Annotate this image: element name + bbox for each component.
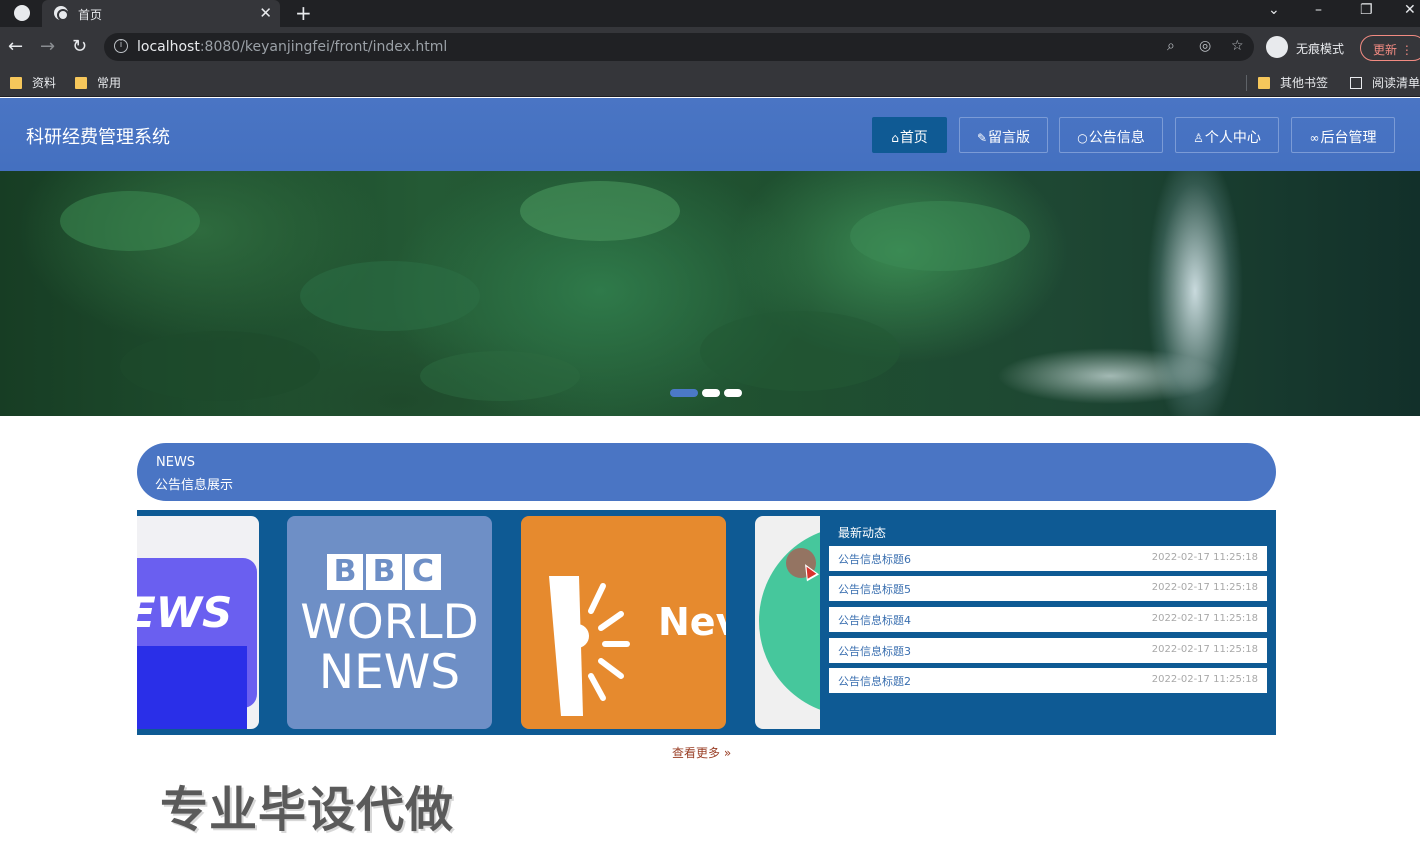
bookmark-star-icon[interactable]: ☆ <box>1231 38 1244 54</box>
reload-icon[interactable]: ↻ <box>72 36 87 57</box>
carousel-dot[interactable] <box>724 389 742 397</box>
banner-carousel[interactable] <box>0 171 1420 416</box>
reading-list-icon <box>1350 77 1362 89</box>
watermark-text: 专业毕设代做 <box>160 782 455 838</box>
latest-title: 最新动态 <box>838 526 887 540</box>
latest-news-item[interactable]: 公告信息标题6 2022-02-17 11:25:18 <box>829 546 1267 571</box>
latest-news-item[interactable]: 公告信息标题3 2022-02-17 11:25:18 <box>829 638 1267 663</box>
nav-announcements[interactable]: ○公告信息 <box>1059 117 1163 153</box>
carousel-dot[interactable] <box>702 389 720 397</box>
browser-menu-icon[interactable] <box>14 5 30 21</box>
latest-news-panel: 最新动态 公告信息标题6 2022-02-17 11:25:18 公告信息标题5… <box>820 510 1276 735</box>
tab-search-icon[interactable]: ⌄ <box>1268 2 1280 18</box>
browser-tab-bar: 首页 ✕ + ⌄ – ❐ ✕ <box>0 0 1420 27</box>
close-window-button[interactable]: ✕ <box>1404 2 1416 18</box>
restore-button[interactable]: ❐ <box>1360 2 1373 18</box>
latest-news-item[interactable]: 公告信息标题2 2022-02-17 11:25:18 <box>829 668 1267 693</box>
bookmarks-bar: 资料 常用 其他书签 阅读清单 <box>0 67 1420 97</box>
user-icon: ♙ <box>1193 131 1204 145</box>
chat-icon: ○ <box>1077 131 1088 145</box>
news-heading-en: NEWS <box>156 455 196 470</box>
news-card[interactable]: Nev <box>521 516 726 729</box>
view-more-link[interactable]: 查看更多 » <box>672 744 731 761</box>
carousel-dot[interactable] <box>670 389 698 397</box>
url-text[interactable]: localhost:8080/keyanjingfei/front/index.… <box>137 39 447 55</box>
nav-personal-center[interactable]: ♙个人中心 <box>1175 117 1279 153</box>
bookmark-folder[interactable]: 资料 <box>10 74 56 91</box>
back-icon[interactable]: ← <box>8 36 23 57</box>
news-card[interactable]: BBC WORLD NEWS <box>287 516 492 729</box>
bbc-logo: BBC <box>327 554 444 590</box>
folder-icon <box>75 77 87 89</box>
bookmark-folder[interactable]: 常用 <box>75 74 121 91</box>
new-tab-button[interactable]: + <box>295 1 312 25</box>
site-info-icon[interactable]: i <box>114 39 128 53</box>
minimize-button[interactable]: – <box>1315 2 1322 18</box>
news-section: EWS BBC WORLD NEWS Nev 最新动态 公告信息标题6 20 <box>137 510 1276 735</box>
latest-news-item[interactable]: 公告信息标题5 2022-02-17 11:25:18 <box>829 576 1267 601</box>
url-bar[interactable]: i localhost:8080/keyanjingfei/front/inde… <box>104 33 1254 61</box>
nav-admin[interactable]: ∞后台管理 <box>1291 117 1395 153</box>
home-icon: ⌂ <box>891 131 899 145</box>
forward-icon[interactable]: → <box>40 36 55 57</box>
tab-title: 首页 <box>78 8 103 22</box>
edit-icon: ✎ <box>976 131 988 145</box>
folder-icon <box>10 77 22 89</box>
nav-message-board[interactable]: ✎留言版 <box>959 117 1048 153</box>
reading-list[interactable]: 阅读清单 <box>1350 74 1420 91</box>
news-heading-cn: 公告信息展示 <box>155 478 234 493</box>
update-button[interactable]: 更新 ⋮ <box>1360 35 1420 61</box>
tracking-blocked-icon[interactable]: ◎ <box>1199 38 1211 54</box>
zoom-icon[interactable]: ⌕ <box>1167 38 1175 54</box>
news-section-header: NEWS 公告信息展示 <box>137 443 1276 501</box>
latest-news-item[interactable]: 公告信息标题4 2022-02-17 11:25:18 <box>829 607 1267 632</box>
news-card[interactable]: EWS <box>137 516 259 729</box>
address-toolbar: ← → ↻ i localhost:8080/keyanjingfei/fron… <box>0 27 1420 67</box>
site-title: 科研经费管理系统 <box>26 127 170 148</box>
incognito-icon <box>1266 36 1288 58</box>
globe-icon <box>54 6 69 21</box>
site-header: 科研经费管理系统 ⌂首页 ✎留言版 ○公告信息 ♙个人中心 ∞后台管理 <box>0 98 1420 171</box>
other-bookmarks[interactable]: 其他书签 <box>1258 74 1328 91</box>
bookmark-separator <box>1246 75 1247 91</box>
nav-home[interactable]: ⌂首页 <box>872 117 947 153</box>
close-tab-icon[interactable]: ✕ <box>259 4 272 22</box>
browser-tab[interactable]: 首页 ✕ <box>42 0 280 27</box>
link-icon: ∞ <box>1309 131 1320 145</box>
folder-icon <box>1258 77 1270 89</box>
